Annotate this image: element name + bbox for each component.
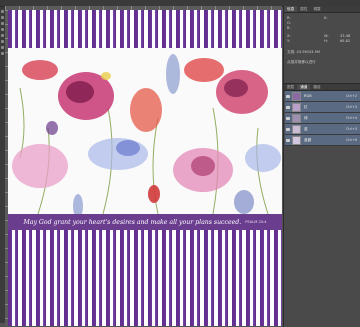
channel-shortcut: Ctrl+2 (345, 94, 357, 98)
text-tool-icon[interactable] (1, 46, 4, 49)
channel-shortcut: Ctrl+6 (345, 138, 357, 142)
channel-thumbnail (292, 113, 301, 123)
info-b-label: B: (287, 26, 291, 30)
channel-name: 绿 (304, 115, 308, 120)
status-hint: 点按并拖移以进行 (287, 60, 316, 64)
floral-artwork (8, 48, 282, 214)
channel-name: 蓝 (304, 126, 308, 131)
channels-panel-tabs: 图层 通道 路径 (284, 83, 360, 91)
info-x-value: 33.48 (340, 34, 351, 38)
channel-row[interactable]: 绿 Ctrl+4 (285, 113, 360, 124)
eraser-tool-icon[interactable] (1, 40, 4, 43)
visibility-eye-icon[interactable] (286, 116, 290, 120)
info-k-label: K: (324, 16, 328, 20)
document-canvas[interactable]: May God grant your heart's desires and m… (8, 10, 282, 326)
channel-shortcut: Ctrl+4 (345, 116, 357, 120)
channel-name: RGB (304, 94, 312, 98)
zoom-tool-icon[interactable] (1, 52, 4, 55)
channel-thumbnail (292, 102, 301, 112)
channel-row[interactable]: 蓝副 Ctrl+6 (285, 135, 360, 146)
channel-row[interactable]: RGB Ctrl+2 (285, 91, 360, 102)
lasso-tool-icon[interactable] (1, 22, 4, 25)
visibility-eye-icon[interactable] (286, 127, 290, 131)
info-w-label: W: (324, 34, 329, 38)
channel-shortcut: Ctrl+5 (345, 127, 357, 131)
stripe-pattern-top (8, 10, 282, 48)
info-y-label: Y: (287, 39, 290, 43)
verse-banner: May God grant your heart's desires and m… (8, 214, 282, 230)
tab-properties[interactable]: 属性 (297, 6, 310, 12)
tab-layers[interactable]: 图层 (284, 84, 297, 90)
verse-text: May God grant your heart's desires and m… (23, 218, 242, 226)
verse-reference: PSALM 20:4 (245, 220, 267, 224)
channel-thumbnail (292, 124, 301, 134)
tab-paths[interactable]: 路径 (310, 84, 323, 90)
tab-adjustments[interactable]: 调整 (310, 6, 323, 12)
right-panel: 信息 属性 调整 R: G: B: K: X: Y: W: H: 33.48 6… (283, 6, 360, 327)
visibility-eye-icon[interactable] (286, 94, 290, 98)
tab-info[interactable]: 信息 (284, 6, 298, 12)
channel-name: 蓝副 (304, 137, 312, 142)
visibility-eye-icon[interactable] (286, 138, 290, 142)
move-tool-icon[interactable] (1, 10, 4, 13)
channel-row[interactable]: 红 Ctrl+3 (285, 102, 360, 113)
info-readout: R: G: B: K: X: Y: W: H: 33.48 68.82 文档: … (284, 13, 360, 64)
info-panel-tabs: 信息 属性 调整 (284, 6, 360, 13)
stripe-pattern-bottom (8, 230, 282, 326)
channel-row[interactable]: 蓝 Ctrl+5 (285, 124, 360, 135)
channel-name: 红 (304, 104, 308, 109)
info-y-value: 68.82 (340, 39, 351, 43)
tab-channels[interactable]: 通道 (297, 84, 311, 90)
crop-tool-icon[interactable] (1, 28, 4, 31)
channel-thumbnail (292, 91, 301, 101)
brush-tool-icon[interactable] (1, 34, 4, 37)
document-size: 文档: 43.5M/43.5M (287, 50, 320, 54)
visibility-eye-icon[interactable] (286, 105, 290, 109)
marquee-tool-icon[interactable] (1, 16, 4, 19)
info-x-label: X: (287, 34, 291, 38)
info-r-label: R: (287, 16, 291, 20)
info-h-label: H: (324, 39, 328, 43)
info-g-label: G: (287, 21, 291, 25)
channel-thumbnail (292, 135, 301, 145)
channel-shortcut: Ctrl+3 (345, 105, 357, 109)
